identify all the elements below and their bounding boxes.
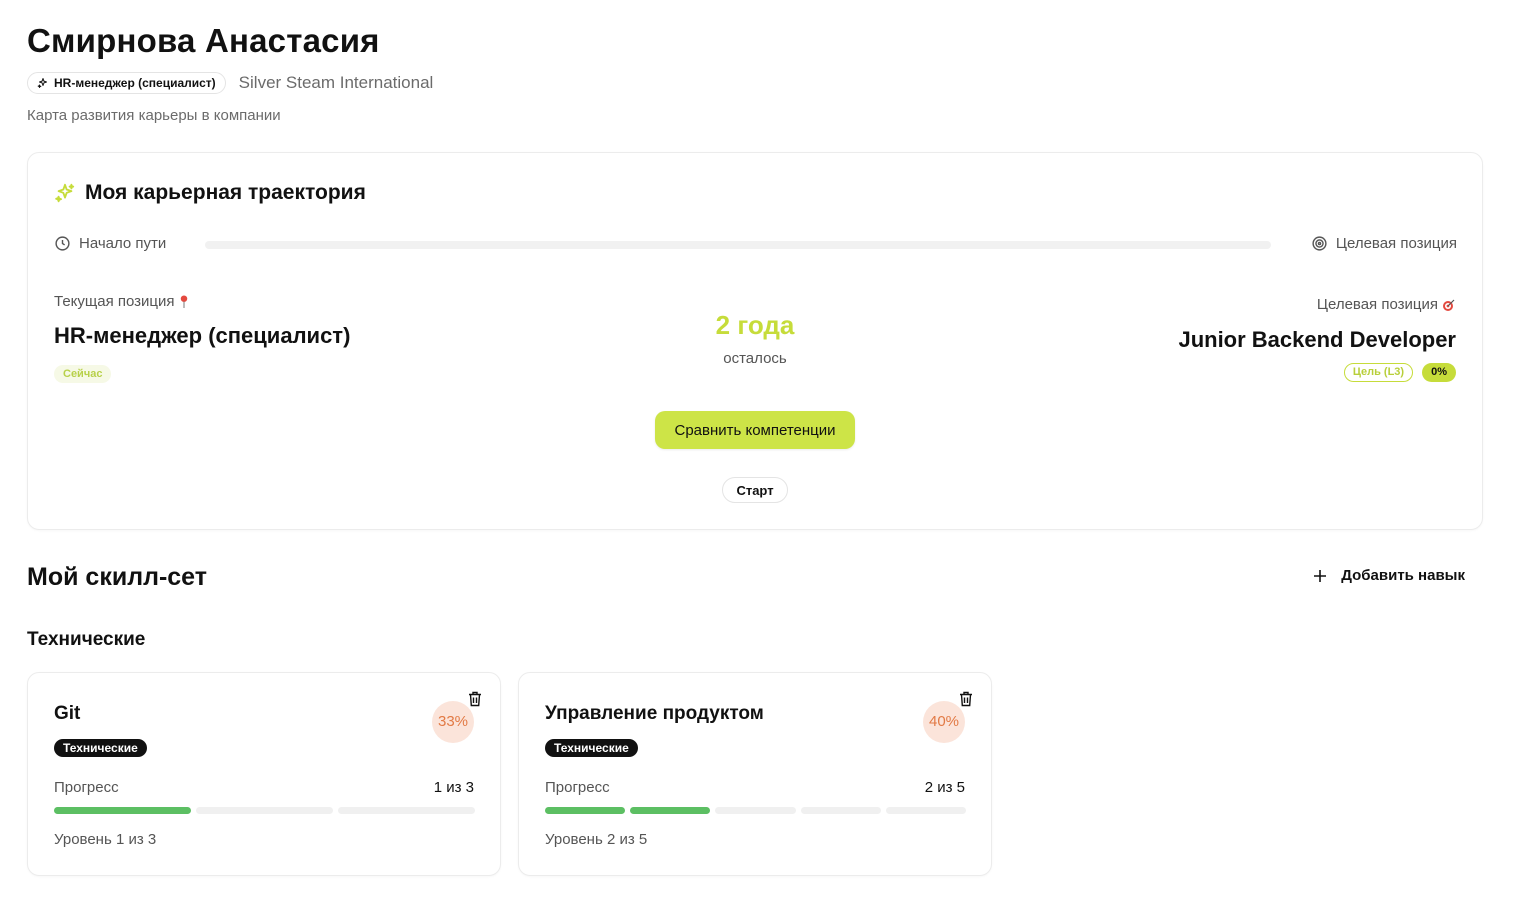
level-segments xyxy=(545,807,967,814)
add-skill-label: Добавить навык xyxy=(1341,567,1465,584)
career-trajectory-card: Моя карьерная траектория Начало пути Цел… xyxy=(27,152,1483,530)
target-badges: Цель (L3) 0% xyxy=(1343,363,1456,382)
progress-label: Прогресс xyxy=(54,779,119,796)
skill-percent: 33% xyxy=(432,701,474,743)
level-segment xyxy=(54,807,191,814)
target-position-title: Junior Backend Developer xyxy=(1178,327,1456,352)
role-label: HR-менеджер (специалист) xyxy=(54,76,216,90)
progress-label: Прогресс xyxy=(545,779,610,796)
target-goal-badge: Цель (L3) xyxy=(1343,363,1414,382)
level-segment xyxy=(885,807,967,814)
target-position-label-text: Целевая позиция xyxy=(1316,296,1438,313)
skill-name: Git xyxy=(54,703,81,724)
skills-section-title: Мой скилл-сет xyxy=(27,563,208,591)
level-segment xyxy=(338,807,475,814)
start-button[interactable]: Старт xyxy=(722,477,788,503)
progress-count: 2 из 5 xyxy=(924,779,965,796)
career-path: Начало пути Целевая позиция xyxy=(54,235,1457,255)
target-icon xyxy=(1312,236,1327,251)
path-end-label: Целевая позиция xyxy=(1335,235,1457,252)
path-end: Целевая позиция xyxy=(1311,235,1457,252)
current-position-label: Текущая позиция xyxy=(54,293,189,310)
clock-icon xyxy=(55,236,70,251)
page-subtitle: Карта развития карьеры в компании xyxy=(27,107,281,124)
profile-name: Смирнова Анастасия xyxy=(27,22,380,59)
skill-category-tag: Технические xyxy=(54,739,147,757)
card-title: Моя карьерная траектория xyxy=(85,181,366,204)
role-row: HR-менеджер (специалист) Silver Steam In… xyxy=(27,72,433,94)
level-segments xyxy=(54,807,475,814)
level-text: Уровень 2 из 5 xyxy=(545,831,648,848)
progress-count: 1 из 3 xyxy=(433,779,474,796)
skill-category-tag: Технические xyxy=(545,739,638,757)
trash-icon[interactable] xyxy=(468,691,482,707)
compare-competencies-button[interactable]: Сравнить компетенции xyxy=(655,411,855,449)
skill-card-git: Git Технические 33% Прогресс 1 из 3 Уров… xyxy=(27,672,501,876)
level-segment xyxy=(630,807,711,814)
path-start-label: Начало пути xyxy=(79,235,167,252)
trash-icon[interactable] xyxy=(959,691,973,707)
level-segment xyxy=(196,807,333,814)
current-position-label-text: Текущая позиция xyxy=(54,293,175,310)
level-segment xyxy=(715,807,796,814)
add-skill-button[interactable]: Добавить навык xyxy=(1313,567,1465,584)
role-badge: HR-менеджер (специалист) xyxy=(27,72,226,94)
pin-icon xyxy=(180,295,187,308)
card-header: Моя карьерная траектория xyxy=(54,181,366,205)
sparkles-icon xyxy=(37,78,47,88)
skill-percent: 40% xyxy=(923,701,965,743)
target-position-label: Целевая позиция xyxy=(1317,296,1456,313)
skill-card-product-management: Управление продуктом Технические 40% Про… xyxy=(518,672,992,876)
target-percent-badge: 0% xyxy=(1422,363,1456,382)
path-start: Начало пути xyxy=(54,235,166,252)
level-text: Уровень 1 из 3 xyxy=(54,831,157,848)
dart-icon xyxy=(1443,299,1455,311)
level-segment xyxy=(800,807,881,814)
sparkles-icon xyxy=(55,183,75,203)
path-progress-track xyxy=(205,241,1271,249)
company-name: Silver Steam International xyxy=(238,73,434,92)
current-badge: Сейчас xyxy=(54,365,112,383)
skill-name: Управление продуктом xyxy=(545,703,764,724)
skill-category-title: Технические xyxy=(27,629,146,650)
level-segment xyxy=(545,807,626,814)
plus-icon xyxy=(1314,569,1327,582)
